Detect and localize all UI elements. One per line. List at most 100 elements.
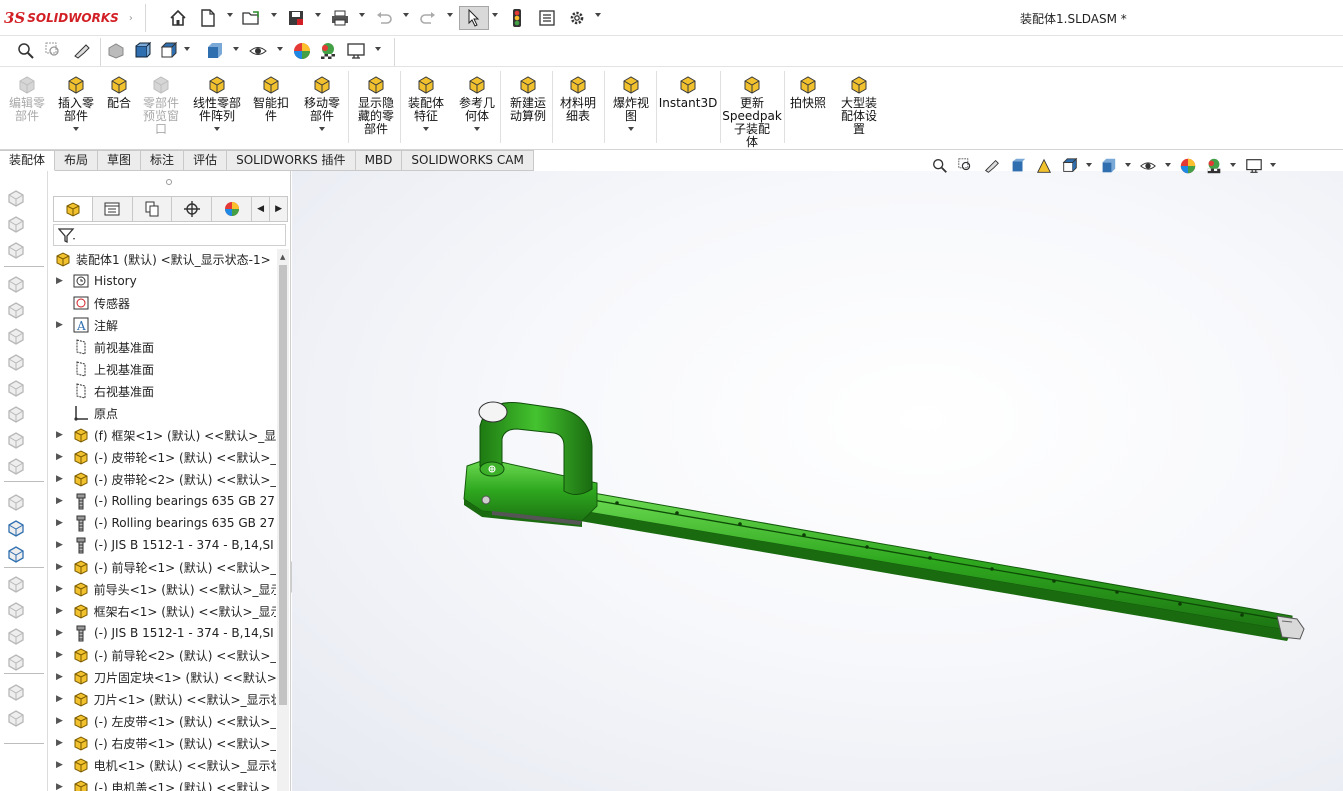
tab-scroll-right-icon[interactable]: ▶ <box>270 196 288 222</box>
hud-apply-scene-icon[interactable] <box>1202 154 1226 178</box>
ribbon-button-linear-pattern[interactable]: 线性零部 件阵列 <box>186 73 248 131</box>
tree-root-assembly[interactable]: 装配体1 (默认) <默认_显示状态-1> <box>50 248 276 270</box>
tree-item[interactable]: ▶ (-) 左皮带<1> (默认) <<默认>_ <box>50 710 276 732</box>
ribbon-button-move-component[interactable]: 移动零 部件 <box>296 73 348 131</box>
tab-5[interactable]: SOLIDWORKS 插件 <box>227 150 356 171</box>
tab-0[interactable]: 装配体 <box>0 150 56 171</box>
select-dropdown-chevron-icon[interactable] <box>492 13 498 19</box>
new-document-icon[interactable] <box>196 6 220 30</box>
ribbon-button-large-assembly-settings[interactable]: 大型装 配体设 置 <box>834 73 884 136</box>
ribbon-button-exploded-view[interactable]: 爆炸视 图 <box>606 73 656 131</box>
tree-item[interactable]: ▶ 电机<1> (默认) <<默认>_显示状 <box>50 754 276 776</box>
view-orientation-dropdown-icon[interactable] <box>184 47 190 53</box>
section-view-icon[interactable] <box>104 39 128 63</box>
hud-display-style-icon[interactable] <box>1096 154 1120 178</box>
hud-zoom-to-area-icon[interactable] <box>954 154 978 178</box>
shell-icon[interactable] <box>6 326 26 346</box>
tab-2[interactable]: 草图 <box>98 150 142 171</box>
tree-item[interactable]: ▶ (-) 电机盖<1> (默认) <<默认>_ <box>50 776 276 791</box>
rebuild-traffic-light-icon[interactable] <box>505 6 529 30</box>
expand-arrow-icon[interactable]: ▶ <box>56 474 66 484</box>
pattern-icon[interactable] <box>6 456 26 476</box>
mate-reference-icon[interactable] <box>6 188 26 208</box>
expand-arrow-icon[interactable]: ▶ <box>56 650 66 660</box>
tab-1[interactable]: 布局 <box>55 150 99 171</box>
sketch-icon[interactable] <box>6 274 26 294</box>
hud-section-view-icon[interactable] <box>1006 154 1030 178</box>
hud-hide-show-icon[interactable] <box>1136 154 1160 178</box>
expand-arrow-icon[interactable]: ▶ <box>56 672 66 682</box>
expand-arrow-icon[interactable]: ▶ <box>56 320 66 330</box>
ribbon-button-insert-component[interactable]: 插入零 部件 <box>52 73 100 131</box>
hud-display-style-dropdown-icon[interactable] <box>1125 163 1131 169</box>
expand-arrow-icon[interactable]: ▶ <box>56 628 66 638</box>
ribbon-dropdown-chevron-icon[interactable] <box>319 127 325 131</box>
solidworks-logo[interactable]: 3S SOLIDWORKS › <box>4 8 133 28</box>
expand-arrow-icon[interactable]: ▶ <box>56 584 66 594</box>
settings-strip-icon[interactable] <box>6 708 26 728</box>
expand-arrow-icon[interactable]: ▶ <box>56 562 66 572</box>
options-gear-icon[interactable] <box>565 6 589 30</box>
tab-7[interactable]: SOLIDWORKS CAM <box>402 150 534 171</box>
smart-mate-icon[interactable] <box>6 240 26 260</box>
explode-icon[interactable] <box>6 544 26 564</box>
tree-item[interactable]: ▶ (-) 前导轮<2> (默认) <<默认>_ <box>50 644 276 666</box>
options-dropdown-chevron-icon[interactable] <box>595 13 601 19</box>
selection-icon[interactable] <box>6 574 26 594</box>
tree-item[interactable]: ▶ (-) 皮带轮<2> (默认) <<默认>_ <box>50 468 276 490</box>
expand-arrow-icon[interactable]: ▶ <box>56 276 66 286</box>
ribbon-button-component-preview-window[interactable]: 零部件 预览窗 口 <box>136 73 186 136</box>
tree-filter-field[interactable] <box>53 224 286 246</box>
ribbon-button-show-hidden-components[interactable]: 显示隐 藏的零 部件 <box>350 73 402 136</box>
tree-item[interactable]: 前视基准面 <box>50 336 276 358</box>
ribbon-button-mate-paperclip[interactable]: 配合 <box>102 73 136 110</box>
tree-item[interactable]: 传感器 <box>50 292 276 314</box>
scroll-up-icon[interactable]: ▲ <box>280 253 285 261</box>
zoom-to-area-icon[interactable] <box>42 39 66 63</box>
assembly-model[interactable] <box>292 171 1343 791</box>
ribbon-button-instant3d[interactable]: Instant3D <box>659 73 717 110</box>
previous-view-icon[interactable] <box>70 39 94 63</box>
ring-icon[interactable] <box>6 492 26 512</box>
undo-dropdown-chevron-icon[interactable] <box>403 13 409 19</box>
home-icon[interactable] <box>166 6 190 30</box>
tree-item[interactable]: ▶ (-) JIS B 1512-1 - 374 - B,14,SI <box>50 534 276 556</box>
ribbon-button-edit-component[interactable]: 编辑零 部件 <box>4 73 50 123</box>
box-icon[interactable] <box>6 300 26 320</box>
expand-arrow-icon[interactable]: ▶ <box>56 716 66 726</box>
boss-icon[interactable] <box>6 352 26 372</box>
ribbon-button-reference-geometry[interactable]: 参考几 何体 <box>452 73 502 131</box>
cut-icon[interactable] <box>6 404 26 424</box>
ribbon-dropdown-chevron-icon[interactable] <box>73 127 79 131</box>
graphics-area[interactable] <box>292 171 1343 791</box>
tree-item[interactable]: ▶ (-) 右皮带<1> (默认) <<默认>_ <box>50 732 276 754</box>
hud-dynamic-annotation-icon[interactable] <box>1032 154 1056 178</box>
configuration-manager-tab-icon[interactable] <box>132 196 173 222</box>
expand-arrow-icon[interactable]: ▶ <box>56 782 66 791</box>
expand-arrow-icon[interactable]: ▶ <box>56 694 66 704</box>
open-icon[interactable] <box>240 6 264 30</box>
expand-arrow-icon[interactable]: ▶ <box>56 760 66 770</box>
ribbon-dropdown-chevron-icon[interactable] <box>628 127 634 131</box>
save-dropdown-chevron-icon[interactable] <box>315 13 321 19</box>
undo-icon[interactable] <box>372 6 396 30</box>
feature-manager-tree-tab-icon[interactable] <box>53 196 93 222</box>
tree-item[interactable]: ▶ (-) 前导轮<1> (默认) <<默认>_ <box>50 556 276 578</box>
redo-dropdown-chevron-icon[interactable] <box>447 13 453 19</box>
tree-item[interactable]: ▶ 框架右<1> (默认) <<默认>_显示 <box>50 600 276 622</box>
tab-6[interactable]: MBD <box>355 150 403 171</box>
tree-item[interactable]: ▶ (f) 框架<1> (默认) <<默认>_显 <box>50 424 276 446</box>
expand-arrow-icon[interactable]: ▶ <box>56 518 66 528</box>
tree-item[interactable]: 原点 <box>50 402 276 424</box>
hud-view-settings-dropdown-icon[interactable] <box>1270 163 1276 169</box>
ribbon-button-update-speedpak[interactable]: 更新 Speedpak 子装配 体 <box>722 73 782 149</box>
tab-4[interactable]: 评估 <box>184 150 228 171</box>
view-settings-monitor-icon[interactable] <box>344 39 368 63</box>
snapshot-icon[interactable] <box>6 682 26 702</box>
print-icon[interactable] <box>328 6 352 30</box>
hud-apply-scene-dropdown-icon[interactable] <box>1230 163 1236 169</box>
display-manager-tab-icon[interactable] <box>212 196 253 222</box>
open-dropdown-chevron-icon[interactable] <box>271 13 277 19</box>
hud-zoom-to-fit-icon[interactable] <box>928 154 952 178</box>
view-orientation-icon[interactable] <box>157 39 181 63</box>
